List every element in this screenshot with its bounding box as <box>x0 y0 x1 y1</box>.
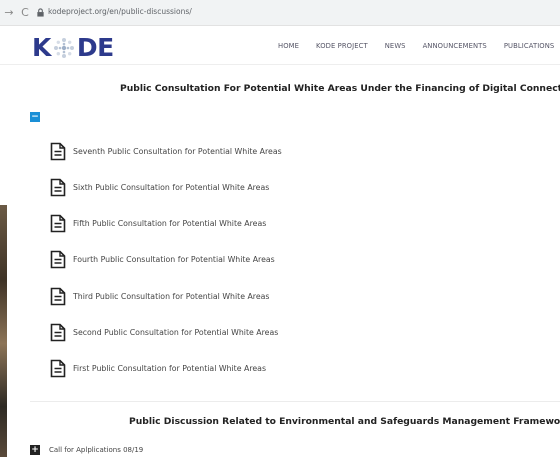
list-item-label: Fifth Public Consultation for Potential … <box>73 218 267 228</box>
list-item[interactable]: Second Public Consultation for Potential… <box>50 321 278 343</box>
document-icon <box>50 178 66 196</box>
document-icon <box>50 359 66 377</box>
background-photo-edge <box>0 205 7 457</box>
list-item-label: Third Public Consultation for Potential … <box>73 291 270 301</box>
nav-news[interactable]: NEWS <box>385 42 406 50</box>
expand-toggle-button[interactable]: + <box>30 445 40 455</box>
nav-home[interactable]: HOME <box>278 42 299 50</box>
list-item[interactable]: Sixth Public Consultation for Potential … <box>50 176 269 198</box>
star-burst-logo-icon <box>53 38 74 58</box>
list-item-label: First Public Consultation for Potential … <box>73 363 267 373</box>
call-for-applications-link[interactable]: Call for Aplplications 08/19 <box>49 446 143 454</box>
site-logo[interactable]: K DE <box>32 34 114 62</box>
list-item[interactable]: Seventh Public Consultation for Potentia… <box>50 140 282 162</box>
section-title-environmental-framework: Public Discussion Related to Environment… <box>129 416 560 427</box>
main-nav: HOME KODE PROJECT NEWS ANNOUNCEMENTS PUB… <box>278 42 560 50</box>
lock-icon <box>37 8 44 17</box>
document-icon <box>50 214 66 232</box>
document-icon <box>50 250 66 268</box>
document-icon <box>50 323 66 341</box>
collapse-toggle-button[interactable]: − <box>30 112 40 122</box>
browser-url-bar: → C kodeproject.org/en/public-discussion… <box>0 0 560 26</box>
list-item[interactable]: First Public Consultation for Potential … <box>50 357 266 379</box>
list-item-label: Second Public Consultation for Potential… <box>73 327 279 337</box>
document-icon <box>50 287 66 305</box>
list-item[interactable]: Third Public Consultation for Potential … <box>50 285 269 307</box>
header-divider <box>0 64 560 65</box>
nav-publications[interactable]: PUBLICATIONS <box>504 42 555 50</box>
nav-kode-project[interactable]: KODE PROJECT <box>316 42 368 50</box>
list-item[interactable]: Fifth Public Consultation for Potential … <box>50 212 266 234</box>
logo-letters-de: DE <box>76 33 114 62</box>
list-item-label: Fourth Public Consultation for Potential… <box>73 254 275 264</box>
document-icon <box>50 142 66 160</box>
address-field[interactable]: kodeproject.org/en/public-discussions/ <box>48 7 192 16</box>
section-divider <box>30 401 560 402</box>
nav-announcements[interactable]: ANNOUNCEMENTS <box>423 42 487 50</box>
section-title-white-areas: Public Consultation For Potential White … <box>120 83 560 94</box>
arrow-right-icon[interactable]: → <box>2 6 16 20</box>
list-item-label: Sixth Public Consultation for Potential … <box>73 182 270 192</box>
list-item[interactable]: Fourth Public Consultation for Potential… <box>50 248 275 270</box>
logo-letter-k: K <box>32 33 51 62</box>
list-item-label: Seventh Public Consultation for Potentia… <box>73 146 282 156</box>
reload-icon[interactable]: C <box>18 6 32 20</box>
